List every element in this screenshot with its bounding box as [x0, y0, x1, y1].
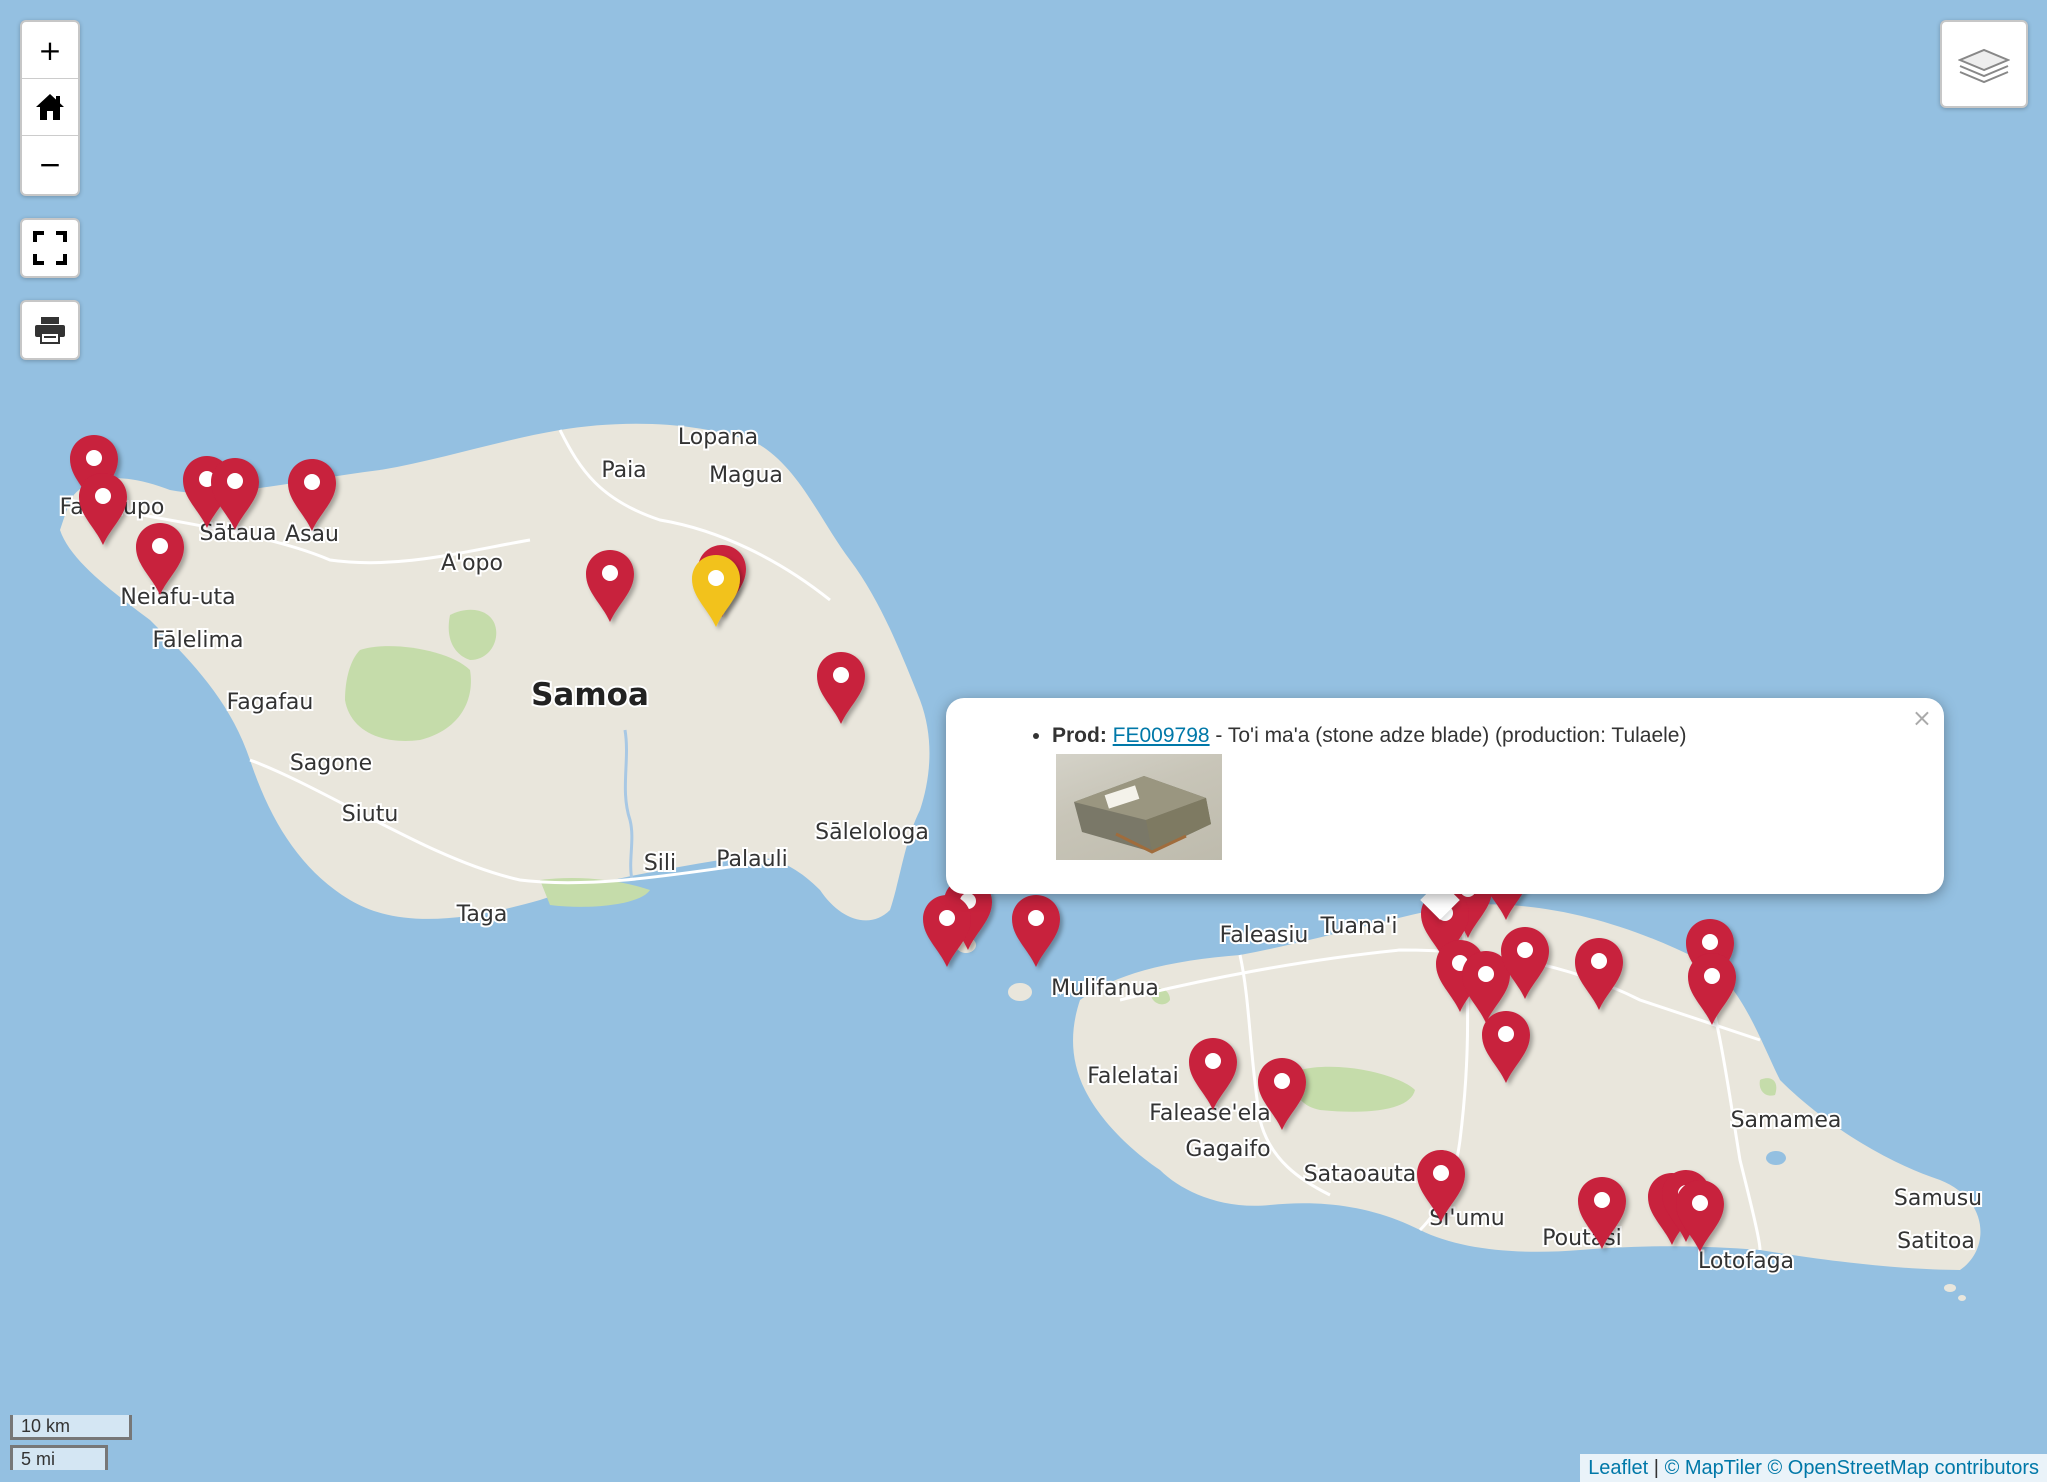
- map-view[interactable]: Samoa Lopana Paia Magua Falealupo Sātaua…: [0, 0, 2047, 1482]
- label-magua: Magua: [709, 463, 783, 488]
- label-siutu: Siutu: [342, 802, 399, 827]
- scale-km: 10 km: [10, 1415, 132, 1440]
- label-faleaseela: Falease'ela: [1149, 1101, 1270, 1126]
- layers-icon: [1958, 48, 2010, 84]
- label-faleasiu: Faleasiu: [1220, 923, 1309, 948]
- object-link[interactable]: FE009798: [1113, 724, 1210, 747]
- label-sataua: Sātaua: [200, 521, 277, 546]
- label-lopana: Lopana: [678, 425, 758, 450]
- label-neiafu-uta: Neiafu-uta: [120, 585, 235, 610]
- popup-description: - To'i ma'a (stone adze blade) (producti…: [1209, 724, 1687, 747]
- leaflet-link[interactable]: Leaflet: [1588, 1457, 1648, 1479]
- popup-content: Prod: FE009798 - To'i ma'a (stone adze b…: [1030, 724, 1686, 748]
- print-icon: [35, 317, 65, 344]
- label-tuanai: Tuana'i: [1319, 914, 1397, 939]
- home-button[interactable]: [22, 79, 78, 136]
- label-fagafau: Fagafau: [227, 690, 314, 715]
- label-sili: Sili: [644, 851, 676, 876]
- label-samamea: Samamea: [1731, 1108, 1842, 1133]
- popup-prefix: Prod:: [1052, 724, 1107, 747]
- attribution: Leaflet | © MapTiler © OpenStreetMap con…: [1580, 1454, 2047, 1482]
- zoom-in-button[interactable]: +: [22, 22, 78, 79]
- layers-control[interactable]: [1940, 20, 2028, 108]
- label-paia: Paia: [601, 458, 646, 483]
- label-mulifanua: Mulifanua: [1051, 976, 1159, 1001]
- label-samoa: Samoa: [531, 677, 649, 713]
- label-sataoauta: Sataoauta: [1304, 1162, 1417, 1187]
- label-lotofaga: Lotofaga: [1698, 1249, 1794, 1274]
- label-gagaifo: Gagaifo: [1185, 1137, 1270, 1162]
- attribution-separator: |: [1648, 1457, 1665, 1479]
- fullscreen-icon: [33, 231, 67, 265]
- label-falelatai: Falelatai: [1087, 1064, 1179, 1089]
- print-button[interactable]: [22, 302, 78, 358]
- popup-item: Prod: FE009798 - To'i ma'a (stone adze b…: [1052, 724, 1686, 748]
- copyright-link[interactable]: © MapTiler © OpenStreetMap contributors: [1665, 1457, 2039, 1479]
- scale-mi: 5 mi: [10, 1445, 108, 1470]
- label-falelima: Fālelima: [153, 628, 244, 653]
- object-thumbnail[interactable]: [1056, 754, 1222, 860]
- label-salelologa: Sālelologa: [815, 820, 929, 845]
- map-marker[interactable]: [923, 895, 971, 967]
- label-palauli: Palauli: [716, 847, 788, 872]
- label-taga: Taga: [456, 902, 508, 927]
- home-icon: [36, 94, 64, 120]
- fullscreen-control: [20, 218, 80, 278]
- fullscreen-button[interactable]: [22, 220, 78, 276]
- zoom-out-button[interactable]: −: [22, 136, 78, 192]
- marker-popup: × Prod: FE009798 - To'i ma'a (stone adze…: [946, 698, 1944, 894]
- zoom-control: + −: [20, 20, 80, 196]
- label-satitoa: Satitoa: [1897, 1229, 1975, 1254]
- label-aopo: A'opo: [441, 551, 503, 576]
- label-samusu: Samusu: [1894, 1186, 1982, 1211]
- popup-close-button[interactable]: ×: [1912, 704, 1932, 732]
- print-control: [20, 300, 80, 360]
- label-sagone: Sagone: [290, 751, 372, 776]
- map-marker[interactable]: [1012, 895, 1060, 967]
